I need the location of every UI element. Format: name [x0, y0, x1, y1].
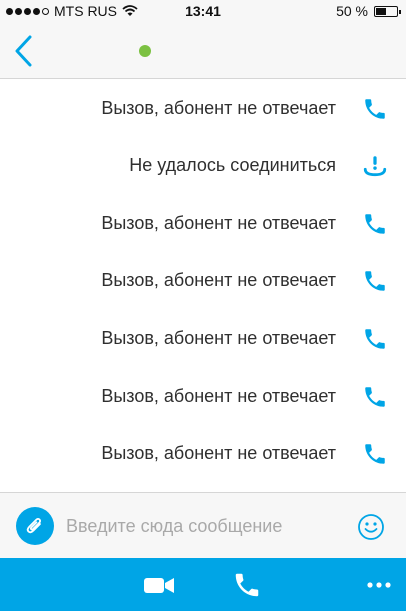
call-event-row[interactable]: Вызов, абонент не отвечает	[0, 378, 406, 418]
phone-icon	[365, 329, 385, 349]
call-event-row[interactable]: Не удалось соединиться	[0, 147, 406, 187]
call-event-row[interactable]: Вызов, абонент не отвечает	[0, 205, 406, 245]
battery-percentage: 50 %	[336, 3, 368, 19]
call-toolbar	[0, 558, 406, 611]
phone-icon	[235, 573, 259, 597]
phone-icon	[365, 271, 385, 291]
call-event-text: Не удалось соединиться	[129, 155, 336, 175]
navigation-bar	[0, 22, 406, 79]
video-call-button[interactable]	[143, 570, 175, 600]
message-list[interactable]: Вызов, абонент не отвечает Не удалось со…	[0, 80, 406, 492]
phone-icon	[365, 387, 385, 407]
call-event-text: Вызов, абонент не отвечает	[101, 443, 336, 463]
video-camera-icon	[144, 578, 174, 593]
call-event-text: Вызов, абонент не отвечает	[101, 98, 336, 118]
voice-call-button[interactable]	[232, 570, 262, 600]
call-failed-icon	[363, 156, 387, 177]
call-event-text: Вызов, абонент не отвечает	[101, 213, 336, 233]
phone-icon	[365, 444, 385, 464]
status-right: 50 %	[336, 3, 401, 19]
presence-status-dot	[139, 45, 151, 57]
paperclip-icon	[26, 517, 42, 534]
back-button[interactable]	[10, 34, 40, 68]
attach-button[interactable]	[16, 507, 54, 545]
battery-icon	[374, 5, 401, 17]
call-event-row[interactable]: Вызов, абонент не отвечает	[0, 320, 406, 360]
battery-fill	[376, 7, 386, 15]
more-options-button[interactable]	[366, 570, 392, 600]
smiley-icon	[358, 514, 384, 540]
call-event-row[interactable]: Вызов, абонент не отвечает	[0, 262, 406, 302]
call-event-row[interactable]: Вызов, абонент не отвечает	[0, 90, 406, 130]
message-input[interactable]	[66, 511, 338, 541]
more-dots-icon	[367, 582, 391, 588]
status-bar: MTS RUS 13:41 50 %	[0, 0, 406, 22]
message-composer	[0, 492, 406, 558]
call-event-row[interactable]: Вызов, абонент не отвечает	[0, 435, 406, 475]
call-event-text: Вызов, абонент не отвечает	[101, 386, 336, 406]
call-event-text: Вызов, абонент не отвечает	[101, 270, 336, 290]
chevron-left-icon	[15, 35, 32, 67]
phone-icon	[365, 214, 385, 234]
call-event-text: Вызов, абонент не отвечает	[101, 328, 336, 348]
emoji-button[interactable]	[357, 513, 385, 541]
phone-icon	[365, 99, 385, 119]
